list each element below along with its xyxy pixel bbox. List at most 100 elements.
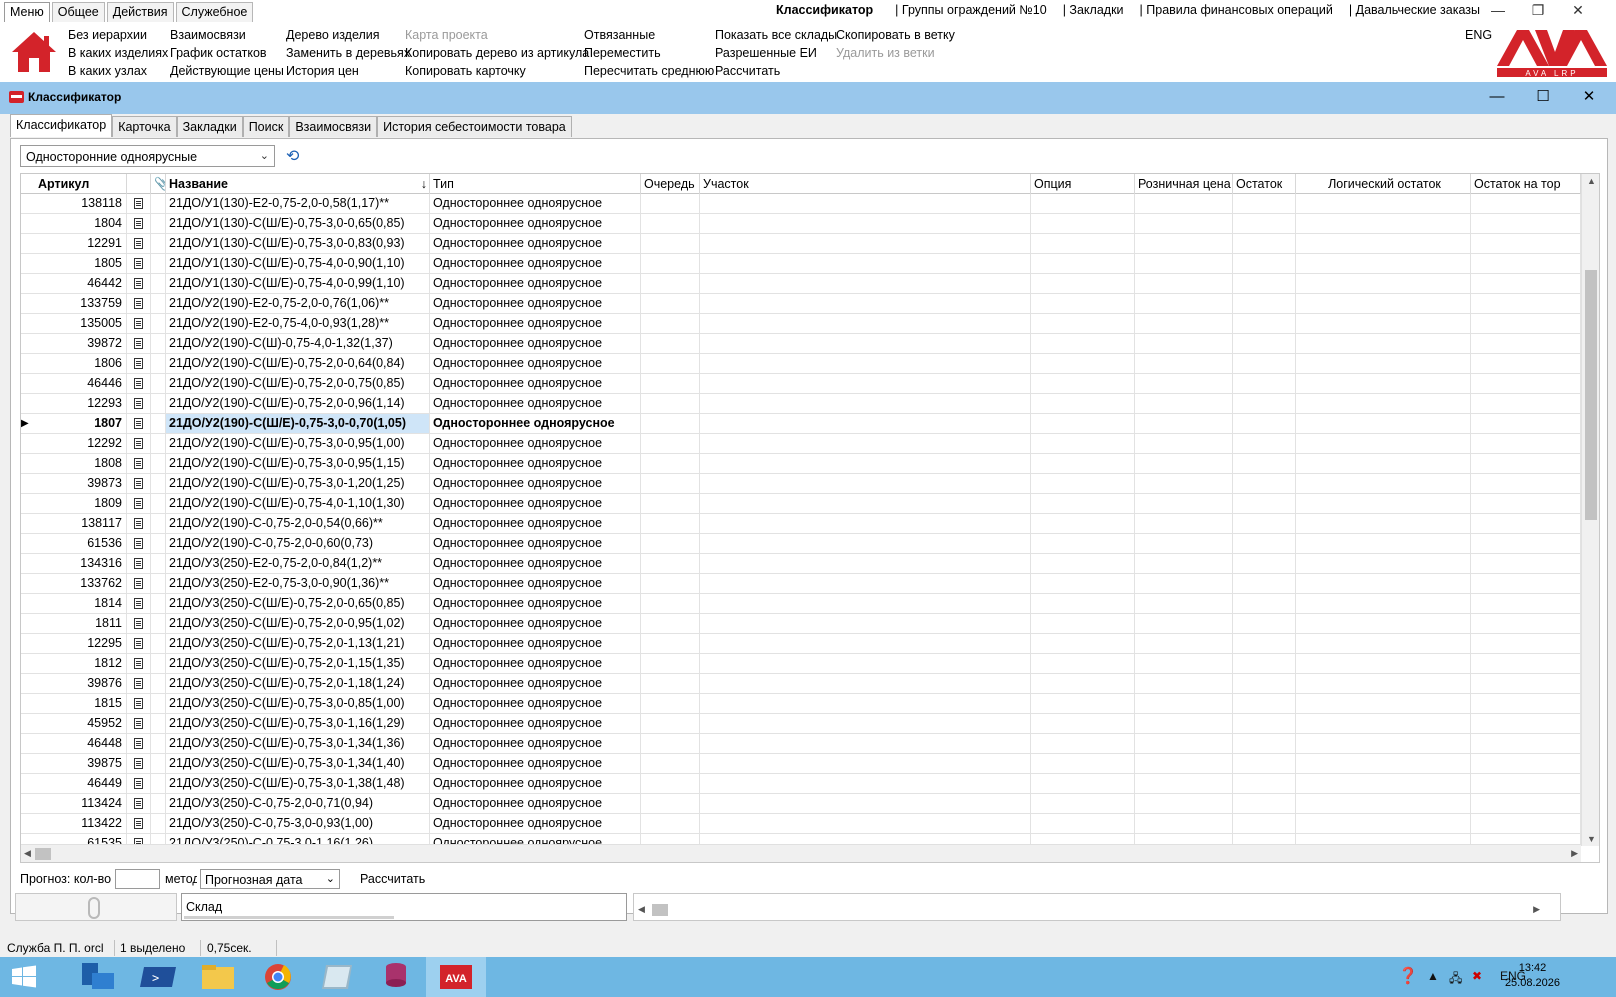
network-computer-icon[interactable] — [68, 957, 128, 997]
ribbon-item-replace-in-trees[interactable]: Заменить в деревьях — [286, 44, 410, 62]
top-link-bookmarks[interactable]: | Закладки — [1063, 3, 1124, 17]
details-scroll-thumb[interactable] — [652, 904, 668, 916]
document-icon[interactable] — [127, 734, 151, 753]
table-row[interactable]: 1812 21ДО/У3(250)-С(Ш/Е)-0,75-2,0-1,15(1,… — [21, 654, 1581, 674]
table-row[interactable]: 138118 21ДО/У1(130)-Е2-0,75-2,0-0,58(1,17… — [21, 194, 1581, 214]
table-row[interactable]: 12295 21ДО/У3(250)-С(Ш/Е)-0,75-2,0-1,13(1… — [21, 634, 1581, 654]
table-row[interactable]: 61536 21ДО/У2(190)-С-0,75-2,0-0,60(0,73) О… — [21, 534, 1581, 554]
tab-card[interactable]: Карточка — [112, 116, 177, 137]
table-row[interactable]: 39875 21ДО/У3(250)-С(Ш/Е)-0,75-3,0-1,34(1… — [21, 754, 1581, 774]
table-row[interactable]: 1804 21ДО/У1(130)-С(Ш/Е)-0,75-3,0-0,65(0,… — [21, 214, 1581, 234]
ribbon-item-current-prices[interactable]: Действующие цены — [170, 62, 284, 80]
menu-tab-actions[interactable]: Действия — [106, 2, 174, 22]
network-status-icon[interactable]: 🖧 — [1449, 969, 1462, 990]
col-header-logical-stock[interactable]: Логический остаток — [1296, 174, 1471, 194]
table-row[interactable]: 12293 21ДО/У2(190)-С(Ш/Е)-0,75-2,0-0,96(1… — [21, 394, 1581, 414]
menu-tab-service[interactable]: Служебное — [175, 2, 254, 22]
document-icon[interactable] — [127, 654, 151, 673]
ribbon-item-in-products[interactable]: В каких изделиях — [68, 44, 168, 62]
document-icon[interactable] — [127, 474, 151, 493]
table-row[interactable]: 133759 21ДО/У2(190)-Е2-0,75-2,0-0,76(1,06… — [21, 294, 1581, 314]
col-header-stock[interactable]: Остаток — [1233, 174, 1296, 194]
document-icon[interactable] — [127, 234, 151, 253]
document-icon[interactable] — [127, 574, 151, 593]
col-header-section[interactable]: Участок — [700, 174, 1031, 194]
ribbon-item-remove-from-branch[interactable]: Удалить из ветки — [836, 44, 955, 62]
tab-cost-history[interactable]: История себестоимости товара — [377, 116, 572, 137]
volume-muted-icon[interactable]: ✖ — [1472, 969, 1482, 983]
forecast-method-select[interactable]: Прогнозная дата ⌄ — [200, 869, 340, 889]
scroll-left-icon[interactable]: ◀ — [638, 904, 645, 915]
ribbon-item-unlinked[interactable]: Отвязанные — [584, 26, 714, 44]
ribbon-item-recalc-average[interactable]: Пересчитать среднюю — [584, 62, 714, 80]
tab-bookmarks[interactable]: Закладки — [176, 116, 243, 137]
table-row[interactable]: 133762 21ДО/У3(250)-Е2-0,75-3,0-0,90(1,36… — [21, 574, 1581, 594]
ribbon-item-move[interactable]: Переместить — [584, 44, 714, 62]
refresh-icon[interactable]: ⟲ — [286, 146, 308, 166]
paperclip-icon[interactable]: 📎 — [151, 174, 166, 194]
top-link-finance-rules[interactable]: | Правила финансовых операций — [1140, 3, 1333, 17]
table-row[interactable]: 39876 21ДО/У3(250)-С(Ш/Е)-0,75-2,0-1,18(1… — [21, 674, 1581, 694]
forecast-qty-input[interactable] — [115, 869, 160, 889]
document-icon[interactable] — [127, 314, 151, 333]
top-link-tolling-orders[interactable]: | Давальческие заказы — [1349, 3, 1480, 17]
file-explorer-icon[interactable] — [188, 957, 248, 997]
col-header-stock-top[interactable]: Остаток на тор — [1471, 174, 1581, 194]
database-tool-icon[interactable] — [366, 957, 426, 997]
ribbon-item-in-nodes[interactable]: В каких узлах — [68, 62, 168, 80]
document-icon[interactable] — [127, 514, 151, 533]
document-icon[interactable] — [127, 194, 151, 213]
document-icon[interactable] — [127, 714, 151, 733]
document-icon[interactable] — [127, 694, 151, 713]
attachments-box[interactable] — [15, 893, 177, 921]
ribbon-item-relations[interactable]: Взаимосвязи — [170, 26, 284, 44]
table-row[interactable]: 45952 21ДО/У3(250)-С(Ш/Е)-0,75-3,0-1,16(1… — [21, 714, 1581, 734]
table-row[interactable]: 1815 21ДО/У3(250)-С(Ш/Е)-0,75-3,0-0,85(1,… — [21, 694, 1581, 714]
scroll-down-icon[interactable]: ▼ — [1587, 834, 1596, 844]
forecast-calculate-button[interactable]: Рассчитать — [360, 872, 425, 886]
warehouse-field[interactable]: Склад — [181, 893, 627, 921]
horizontal-scroll-thumb[interactable] — [35, 848, 51, 860]
document-icon[interactable] — [127, 594, 151, 613]
document-icon[interactable] — [127, 394, 151, 413]
col-header-option[interactable]: Опция — [1031, 174, 1135, 194]
table-row[interactable]: 46442 21ДО/У1(130)-С(Ш/Е)-0,75-4,0-0,99(1… — [21, 274, 1581, 294]
tab-classifier[interactable]: Классификатор — [10, 114, 113, 137]
document-icon[interactable] — [127, 554, 151, 573]
ribbon-item-copy-to-branch[interactable]: Скопировать в ветку — [836, 26, 955, 44]
ribbon-item-copy-tree[interactable]: Копировать дерево из артикула — [405, 44, 589, 62]
col-header-type[interactable]: Тип — [430, 174, 641, 194]
document-icon[interactable] — [127, 814, 151, 833]
document-icon[interactable] — [127, 214, 151, 233]
ribbon-item-no-hierarchy[interactable]: Без иерархии — [68, 26, 168, 44]
tab-search[interactable]: Поиск — [242, 116, 290, 137]
windows-start-icon[interactable] — [0, 957, 48, 997]
window-maximize-button[interactable]: ☐ — [1520, 86, 1566, 108]
system-clock[interactable]: 13:42 25.08.2026 — [1505, 961, 1560, 991]
table-row[interactable]: 46449 21ДО/У3(250)-С(Ш/Е)-0,75-3,0-1,38(1… — [21, 774, 1581, 794]
table-row[interactable]: 12292 21ДО/У2(190)-С(Ш/Е)-0,75-3,0-0,95(1… — [21, 434, 1581, 454]
home-icon[interactable] — [10, 30, 58, 74]
ribbon-item-copy-card[interactable]: Копировать карточку — [405, 62, 589, 80]
scroll-up-icon[interactable]: ▲ — [1587, 176, 1596, 186]
horizontal-scrollbar[interactable]: ◀ ▶ — [21, 844, 1581, 862]
category-select[interactable]: Односторонние одноярусные ⌄ — [20, 145, 275, 167]
restore-button[interactable]: ❐ — [1518, 2, 1558, 19]
menu-tab-general[interactable]: Общее — [51, 2, 105, 22]
document-icon[interactable] — [127, 414, 151, 433]
window-minimize-button[interactable]: — — [1474, 86, 1520, 108]
table-row[interactable]: 135005 21ДО/У2(190)-Е2-0,75-4,0-0,93(1,28… — [21, 314, 1581, 334]
top-link-classifier[interactable]: Классификатор — [776, 3, 873, 17]
table-row[interactable]: 113424 21ДО/У3(250)-С-0,75-2,0-0,71(0,94)… — [21, 794, 1581, 814]
menu-tab-menu[interactable]: Меню — [4, 2, 50, 22]
document-icon[interactable] — [127, 434, 151, 453]
ribbon-item-price-history[interactable]: История цен — [286, 62, 410, 80]
table-row[interactable]: 46446 21ДО/У2(190)-С(Ш/Е)-0,75-2,0-0,75(0… — [21, 374, 1581, 394]
ava-app-taskbar-icon[interactable]: AVA — [426, 957, 486, 997]
minimize-button[interactable]: — — [1478, 2, 1518, 19]
table-row[interactable]: 1811 21ДО/У3(250)-С(Ш/Е)-0,75-2,0-0,95(1,… — [21, 614, 1581, 634]
table-row[interactable]: 46448 21ДО/У3(250)-С(Ш/Е)-0,75-3,0-1,34(1… — [21, 734, 1581, 754]
document-icon[interactable] — [127, 274, 151, 293]
document-icon[interactable] — [127, 334, 151, 353]
col-header-name[interactable]: Название ↓ — [166, 174, 430, 194]
